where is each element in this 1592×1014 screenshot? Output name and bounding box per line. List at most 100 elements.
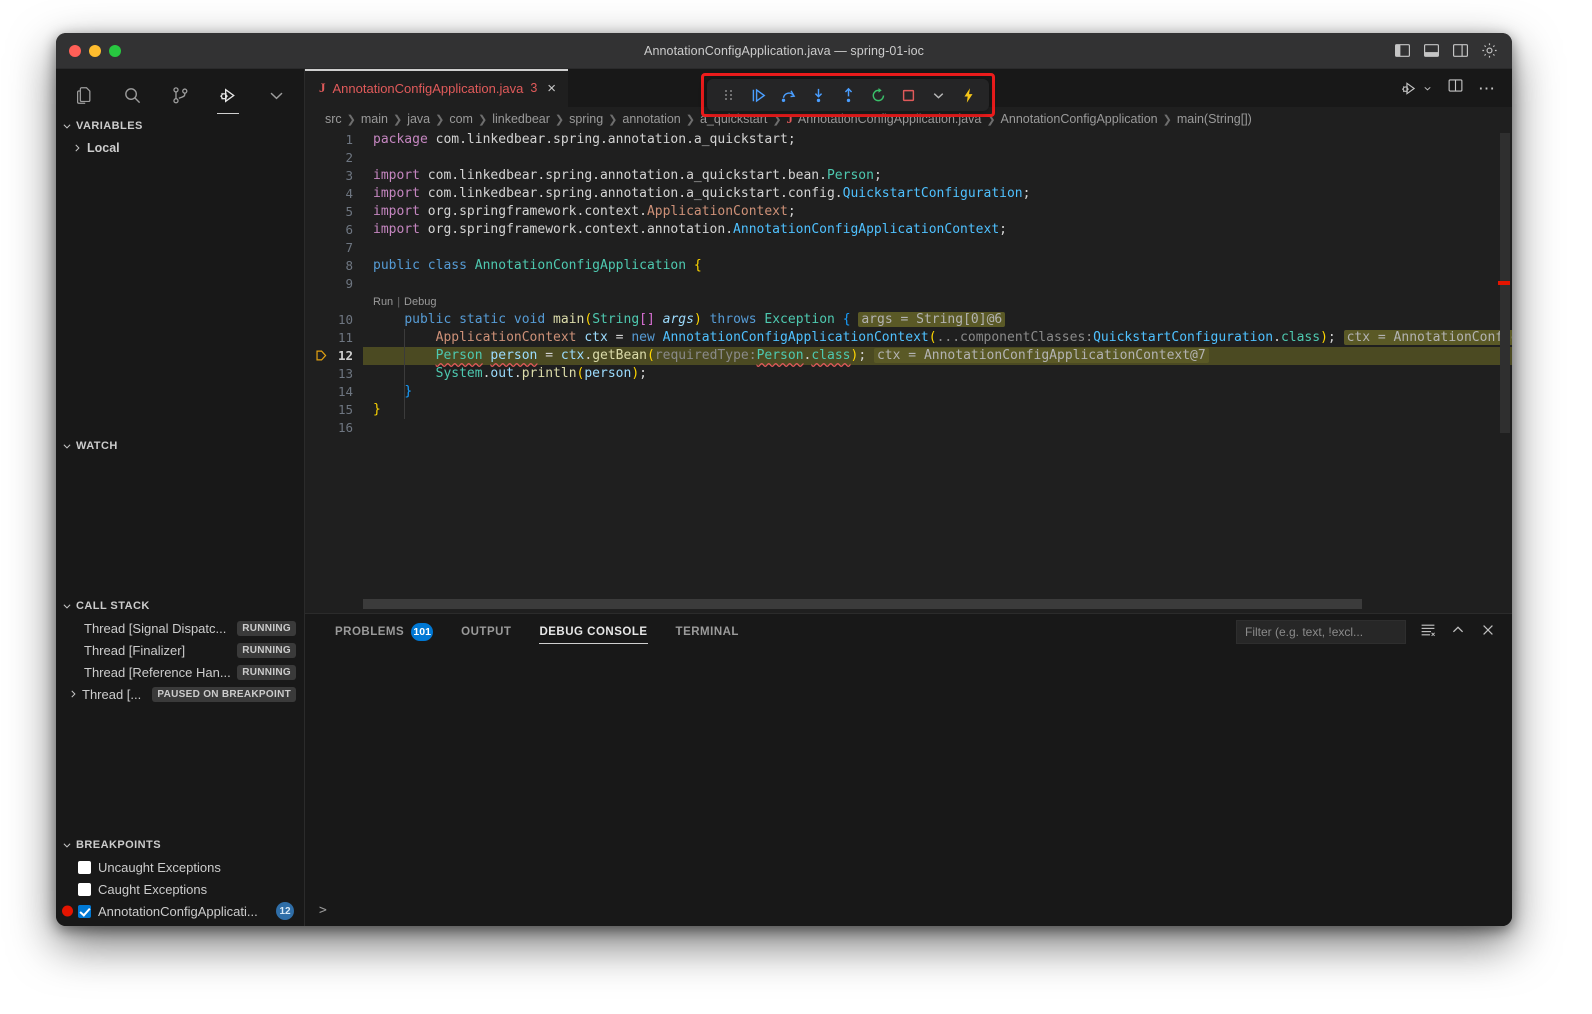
minimize-window-button[interactable] (89, 44, 101, 57)
activity-source-control-icon[interactable] (166, 80, 194, 110)
settings-gear-icon[interactable] (1481, 42, 1498, 59)
line-number[interactable]: 5 (305, 203, 363, 221)
close-window-button[interactable] (69, 44, 81, 57)
chevron-down-icon (63, 444, 71, 449)
breakpoint-line-badge: 12 (276, 902, 294, 920)
debug-console-output[interactable]: > (305, 650, 1512, 926)
panel-tab-debug-console[interactable]: Debug Console (525, 614, 661, 650)
split-editor-icon[interactable] (1447, 77, 1464, 99)
line-number[interactable]: 8 (305, 257, 363, 275)
line-number[interactable]: 1 (305, 131, 363, 149)
debug-continue-button[interactable] (745, 82, 771, 108)
breadcrumb-item[interactable]: com (449, 112, 473, 126)
scrollbar-thumb[interactable] (363, 599, 1362, 609)
line-number[interactable]: 16 (305, 419, 363, 437)
breadcrumb-item[interactable]: java (407, 112, 430, 126)
line-number[interactable]: 10 (305, 311, 363, 329)
debug-stop-button[interactable] (895, 82, 921, 108)
line-number[interactable]: 15 (305, 401, 363, 419)
more-actions-icon[interactable]: ⋯ (1478, 80, 1496, 97)
debug-toolbar-highlight (701, 73, 995, 117)
panel-tab-label: Problems (335, 626, 405, 638)
panel-tab-problems[interactable]: Problems 101 (321, 614, 447, 650)
editor-actions: ⋯ (1401, 69, 1512, 107)
line-content (363, 275, 381, 293)
editor-tab-annotationconfigapplication[interactable]: J AnnotationConfigApplication.java 3 × (305, 69, 569, 107)
breakpoint-checkbox[interactable] (78, 860, 91, 874)
code-editor[interactable]: 1 package com.linkedbear.spring.annotati… (305, 131, 1512, 613)
debug-step-into-button[interactable] (805, 82, 831, 108)
line-number[interactable]: 2 (305, 149, 363, 167)
watch-header[interactable]: Watch (56, 435, 304, 457)
breakpoints-header[interactable]: Breakpoints (56, 834, 304, 856)
breakpoint-item-active[interactable]: AnnotationConfigApplicati... 12 (56, 900, 304, 922)
close-panel-icon[interactable] (1480, 622, 1496, 643)
clear-console-icon[interactable] (1420, 622, 1436, 643)
line-number[interactable]: 12 (305, 347, 363, 365)
code-line: 8 public class AnnotationConfigApplicati… (305, 257, 1512, 275)
zoom-window-button[interactable] (109, 44, 121, 57)
breadcrumb-item[interactable]: spring (569, 112, 603, 126)
debug-toolbar-drag-handle[interactable] (715, 82, 741, 108)
breakpoint-checkbox[interactable] (78, 882, 91, 896)
console-filter-input[interactable]: Filter (e.g. text, !excl... (1236, 620, 1406, 644)
line-number[interactable]: 7 (305, 239, 363, 257)
editor-vertical-scrollbar[interactable] (1498, 133, 1510, 613)
call-stack-thread[interactable]: Thread [Signal Dispatc... RUNNING (56, 617, 304, 639)
activity-run-and-debug-icon[interactable] (214, 80, 242, 114)
line-number[interactable]: 3 (305, 167, 363, 185)
code-line: 3 import com.linkedbear.spring.annotatio… (305, 167, 1512, 185)
breadcrumb-item[interactable]: main (361, 112, 388, 126)
activity-more-icon[interactable] (262, 80, 290, 110)
line-number[interactable]: 13 (305, 365, 363, 383)
call-stack-thread-paused[interactable]: Thread [... PAUSED ON BREAKPOINT (56, 683, 304, 705)
code-lens-debug[interactable]: Debug (404, 293, 436, 311)
breakpoint-checkbox[interactable] (78, 904, 91, 918)
variables-scope-local[interactable]: Local (56, 137, 304, 159)
step-out-icon (844, 87, 852, 102)
breakpoint-label: Caught Exceptions (98, 881, 208, 897)
code-lens-run[interactable]: Run (373, 293, 393, 311)
debug-restart-button[interactable] (865, 82, 891, 108)
code-line: 2 (305, 149, 1512, 167)
variables-header[interactable]: Variables (56, 115, 304, 137)
call-stack-thread[interactable]: Thread [Finalizer] RUNNING (56, 639, 304, 661)
line-content: public class AnnotationConfigApplication… (373, 258, 702, 273)
breadcrumb-item[interactable]: AnnotationConfigApplication (1001, 112, 1158, 126)
debug-step-over-button[interactable] (775, 82, 801, 108)
line-number[interactable]: 6 (305, 221, 363, 239)
panel-tab-label: Terminal (675, 626, 739, 638)
breadcrumb-item[interactable]: main(String[]) (1177, 112, 1252, 126)
line-number[interactable]: 11 (305, 329, 363, 347)
breakpoint-item[interactable]: Caught Exceptions (56, 878, 304, 900)
toggle-primary-sidebar-icon[interactable] (1394, 42, 1411, 59)
line-number[interactable]: 4 (305, 185, 363, 203)
breadcrumb-item[interactable]: annotation (622, 112, 680, 126)
debug-step-out-button[interactable] (835, 82, 861, 108)
window-traffic-lights[interactable] (56, 44, 121, 57)
run-debug-dropdown-icon[interactable] (1401, 80, 1433, 97)
activity-search-icon[interactable] (118, 80, 146, 110)
breadcrumb-item[interactable]: linkedbear (492, 112, 550, 126)
debug-hot-reload-button[interactable] (955, 82, 981, 108)
call-stack-thread[interactable]: Thread [Reference Han... RUNNING (56, 661, 304, 683)
thread-state-badge: PAUSED ON BREAKPOINT (152, 686, 296, 702)
call-stack-header[interactable]: Call Stack (56, 595, 304, 617)
toggle-panel-icon[interactable] (1423, 42, 1440, 59)
debug-console-prompt[interactable]: > (319, 903, 327, 918)
editor-horizontal-scrollbar[interactable] (363, 599, 1498, 609)
close-icon[interactable]: × (547, 81, 556, 96)
toggle-secondary-sidebar-icon[interactable] (1452, 42, 1469, 59)
line-number[interactable]: 14 (305, 383, 363, 401)
code-line: 10 public static void main(String[] args… (305, 311, 1512, 329)
bottom-panel: Problems 101 Output Debug Console Termin… (305, 613, 1512, 926)
breakpoint-item[interactable]: Uncaught Exceptions (56, 856, 304, 878)
panel-tab-terminal[interactable]: Terminal (662, 614, 753, 650)
java-file-icon: J (319, 80, 326, 95)
line-number[interactable]: 9 (305, 275, 363, 293)
activity-explorer-icon[interactable] (70, 80, 98, 110)
debug-session-dropdown-button[interactable] (925, 82, 951, 108)
maximize-panel-icon[interactable] (1450, 622, 1466, 643)
breadcrumb-item[interactable]: src (325, 112, 342, 126)
panel-tab-output[interactable]: Output (447, 614, 525, 650)
